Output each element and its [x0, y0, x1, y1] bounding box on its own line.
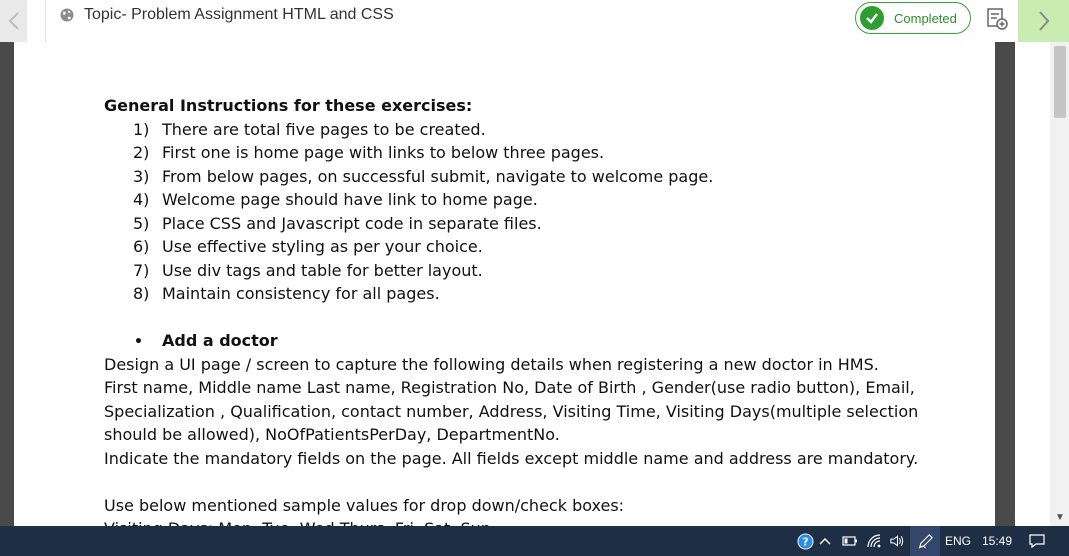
taskbar: [0, 526, 1069, 556]
checkmark-icon: [860, 6, 884, 30]
next-button[interactable]: [1018, 0, 1069, 42]
chevron-up-icon[interactable]: [816, 526, 834, 556]
top-bar: Topic- Problem Assignment HTML and CSS C…: [0, 0, 1069, 42]
viewer-margin-right: [995, 42, 1015, 526]
document-page: General Instructions for these exercises…: [14, 48, 995, 526]
paragraph-line: Indicate the mandatory fields on the pag…: [104, 449, 919, 468]
paragraph-line: Design a UI page / screen to capture the…: [104, 355, 879, 374]
chevron-right-icon: [1038, 11, 1049, 31]
page-title: Topic- Problem Assignment HTML and CSS: [84, 6, 394, 23]
instructions-heading: General Instructions for these exercises…: [104, 96, 473, 115]
list-item: 6) Use effective styling as per your choi…: [133, 237, 483, 256]
status-label: Completed: [894, 10, 957, 26]
language-indicator[interactable]: ENG: [943, 526, 973, 556]
wifi-icon[interactable]: [865, 526, 885, 556]
pen-icon[interactable]: [913, 526, 937, 556]
svg-text:?: ?: [802, 536, 808, 548]
help-icon[interactable]: ?: [795, 526, 815, 556]
list-item: 8) Maintain consistency for all pages.: [133, 284, 440, 303]
divider: [45, 0, 46, 42]
completed-status-button[interactable]: Completed: [855, 2, 971, 34]
scrollbar-thumb[interactable]: [1054, 46, 1066, 118]
list-item: 4) Welcome page should have link to home …: [133, 190, 538, 209]
notification-icon[interactable]: [1026, 526, 1048, 556]
viewer-margin-left: [0, 42, 14, 526]
list-item: 7) Use div tags and table for better layo…: [133, 261, 483, 280]
previous-button[interactable]: [0, 0, 27, 42]
globe-icon: [60, 8, 74, 22]
list-item: 2) First one is home page with links to b…: [133, 143, 605, 162]
paragraph-line: should be allowed), NoOfPatientsPerDay, …: [104, 425, 560, 444]
paragraph-line: Specialization , Qualification, contact …: [104, 402, 919, 421]
list-item: 1) There are total five pages to be creat…: [133, 120, 486, 139]
section-title: • Add a doctor: [134, 331, 278, 350]
sample-values-line: Use below mentioned sample values for dr…: [104, 496, 625, 515]
scroll-down-arrow-icon[interactable]: ▼: [1053, 512, 1067, 524]
list-item: 5) Place CSS and Javascript code in separ…: [133, 214, 542, 233]
list-item: 3) From below pages, on successful submit…: [133, 167, 714, 186]
clock[interactable]: 15:49: [978, 526, 1016, 556]
partial-line: Visiting Days: Mon, Tue, Wed Thurs, Fri,…: [104, 518, 491, 526]
volume-icon[interactable]: [887, 526, 907, 556]
paragraph-line: First name, Middle name Last name, Regis…: [104, 378, 915, 397]
battery-icon[interactable]: [840, 526, 860, 556]
add-note-icon[interactable]: [985, 6, 1009, 30]
chevron-left-icon: [8, 12, 19, 30]
